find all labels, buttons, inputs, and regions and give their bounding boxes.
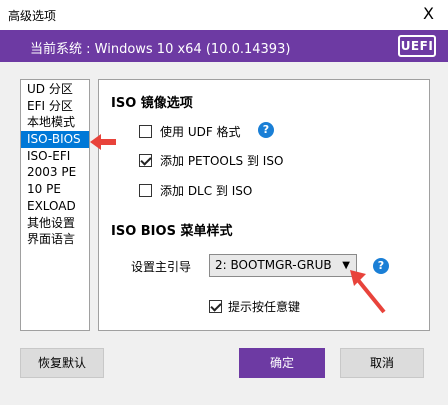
category-item-iso-efi[interactable]: ISO-EFI xyxy=(21,148,89,165)
category-item-10pe[interactable]: 10 PE xyxy=(21,181,89,198)
help-icon[interactable]: ? xyxy=(258,122,274,138)
dlc-checkbox[interactable] xyxy=(139,183,152,197)
system-banner: 当前系统 : Windows 10 x64 (10.0.14393) UEFI xyxy=(0,30,448,62)
hotkey-option[interactable]: 提示按任意键 xyxy=(209,298,300,314)
iso-options-title: ISO 镜像选项 xyxy=(111,96,193,111)
category-item-2003pe[interactable]: 2003 PE xyxy=(21,164,89,181)
category-item-ud[interactable]: UD 分区 xyxy=(21,81,89,98)
current-system-text: 当前系统 : Windows 10 x64 (10.0.14393) xyxy=(30,42,291,57)
boot-select-value: 2: BOOTMGR-GRUB xyxy=(215,258,332,272)
settings-panel: ISO 镜像选项 使用 UDF 格式 ? 添加 PETOOLS 到 ISO 添加… xyxy=(98,79,430,331)
category-item-other[interactable]: 其他设置 xyxy=(21,215,89,232)
category-item-local[interactable]: 本地模式 xyxy=(21,114,89,131)
category-item-efi[interactable]: EFI 分区 xyxy=(21,98,89,115)
category-item-language[interactable]: 界面语言 xyxy=(21,231,89,248)
udf-option[interactable]: 使用 UDF 格式 xyxy=(139,123,241,139)
category-item-iso-bios[interactable]: ISO-BIOS xyxy=(21,131,89,148)
title-bar: 高级选项 X xyxy=(0,0,448,30)
cancel-button[interactable]: 取消 xyxy=(340,348,424,378)
menu-style-title: ISO BIOS 菜单样式 xyxy=(111,224,233,239)
petools-checkbox[interactable] xyxy=(139,153,152,167)
window-title: 高级选项 xyxy=(8,9,57,23)
dlc-label: 添加 DLC 到 ISO xyxy=(160,183,253,198)
category-list[interactable]: UD 分区 EFI 分区 本地模式 ISO-BIOS ISO-EFI 2003 … xyxy=(20,79,90,331)
close-button[interactable]: X xyxy=(423,4,434,23)
restore-defaults-button[interactable]: 恢复默认 xyxy=(20,348,104,378)
hotkey-checkbox[interactable] xyxy=(209,299,222,313)
dlc-option[interactable]: 添加 DLC 到 ISO xyxy=(139,182,252,198)
petools-option[interactable]: 添加 PETOOLS 到 ISO xyxy=(139,152,283,168)
petools-label: 添加 PETOOLS 到 ISO xyxy=(160,153,284,168)
uefi-badge: UEFI xyxy=(398,35,436,57)
boot-label: 设置主引导 xyxy=(131,260,192,274)
category-item-exload[interactable]: EXLOAD xyxy=(21,198,89,215)
udf-label: 使用 UDF 格式 xyxy=(160,124,241,139)
boot-select[interactable]: 2: BOOTMGR-GRUB ▼ xyxy=(209,254,357,277)
hotkey-label: 提示按任意键 xyxy=(228,299,301,314)
ok-button[interactable]: 确定 xyxy=(239,348,325,378)
chevron-down-icon: ▼ xyxy=(342,260,350,271)
udf-checkbox[interactable] xyxy=(139,124,152,138)
help-icon[interactable]: ? xyxy=(373,258,389,274)
